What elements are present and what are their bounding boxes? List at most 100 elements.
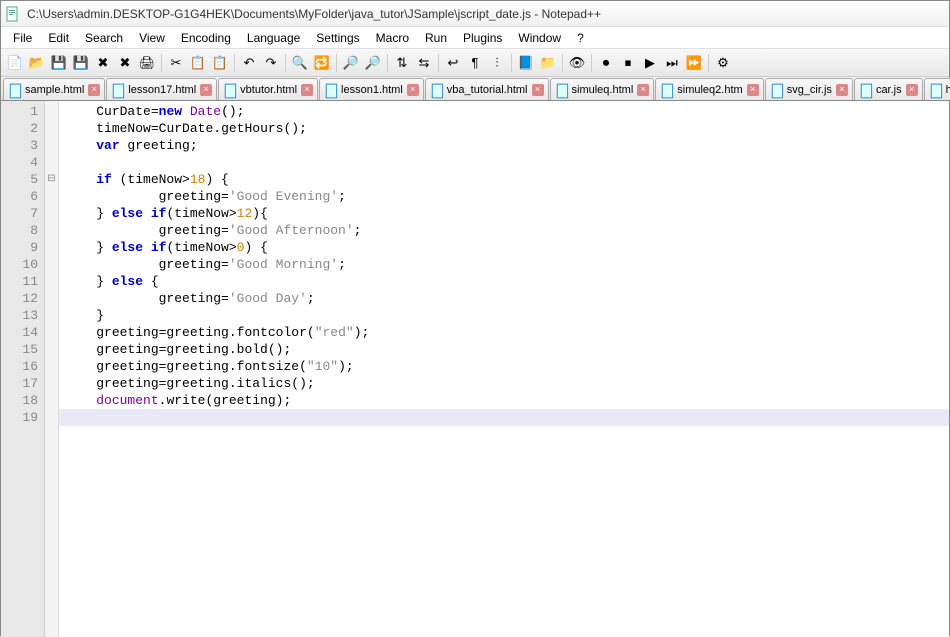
code-line[interactable]: greeting='Good Morning'; <box>65 256 949 273</box>
code-line[interactable]: greeting=greeting.italics(); <box>65 375 949 392</box>
line-number: 18 <box>1 392 38 409</box>
line-number: 9 <box>1 239 38 256</box>
line-number: 19 <box>1 409 38 426</box>
code-line[interactable]: greeting='Good Day'; <box>65 290 949 307</box>
sync-h-icon[interactable]: ⇆ <box>414 53 434 73</box>
tab-vbtutor-html[interactable]: vbtutor.html× <box>218 78 318 100</box>
replace-icon[interactable]: 🔁 <box>312 53 332 73</box>
monitor-icon[interactable]: 👁 <box>567 53 587 73</box>
tab-vba_tutorial-html[interactable]: vba_tutorial.html× <box>425 78 549 100</box>
lang-icon[interactable]: 📘 <box>516 53 536 73</box>
toolbar-separator <box>562 54 563 72</box>
line-number: 7 <box>1 205 38 222</box>
code-line[interactable]: document.write(greeting); <box>65 392 949 409</box>
paste-icon[interactable]: 📋 <box>210 53 230 73</box>
line-number: 2 <box>1 120 38 137</box>
tab-label: hotel.html <box>946 84 950 96</box>
toolbar-separator <box>708 54 709 72</box>
tab-lesson17-html[interactable]: lesson17.html× <box>106 78 217 100</box>
line-number: 6 <box>1 188 38 205</box>
tab-hotel-html[interactable]: hotel.html× <box>924 78 950 100</box>
menu-encoding[interactable]: Encoding <box>173 29 239 47</box>
sync-v-icon[interactable]: ⇅ <box>392 53 412 73</box>
save-macro-icon[interactable]: ⏩ <box>684 53 704 73</box>
tab-simuleq-html[interactable]: simuleq.html× <box>550 78 655 100</box>
tab-close-icon[interactable]: × <box>407 84 419 96</box>
tab-simuleq2-htm[interactable]: simuleq2.htm× <box>655 78 763 100</box>
code-line[interactable]: } <box>65 307 949 324</box>
code-line[interactable]: greeting='Good Afternoon'; <box>65 222 949 239</box>
tab-close-icon[interactable]: × <box>200 84 212 96</box>
wordwrap-icon[interactable]: ↩ <box>443 53 463 73</box>
toolbar-separator <box>387 54 388 72</box>
menu-plugins[interactable]: Plugins <box>455 29 510 47</box>
tab-car-js[interactable]: car.js× <box>854 78 923 100</box>
menu-file[interactable]: File <box>5 29 40 47</box>
tab-lesson1-html[interactable]: lesson1.html× <box>319 78 424 100</box>
menu-macro[interactable]: Macro <box>368 29 417 47</box>
find-icon[interactable]: 🔍 <box>290 53 310 73</box>
indent-guide-icon[interactable]: ⫶ <box>487 53 507 73</box>
fold-marker <box>45 409 58 426</box>
cut-icon[interactable]: ✂ <box>166 53 186 73</box>
menu-edit[interactable]: Edit <box>40 29 77 47</box>
menu-view[interactable]: View <box>131 29 173 47</box>
play-icon[interactable]: ▶ <box>640 53 660 73</box>
tab-close-icon[interactable]: × <box>88 84 100 96</box>
new-file-icon[interactable]: 📄 <box>5 53 25 73</box>
code-line[interactable] <box>65 409 949 426</box>
code-line[interactable] <box>65 154 949 171</box>
play-multi-icon[interactable]: ⏭ <box>662 53 682 73</box>
code-line[interactable]: greeting=greeting.bold(); <box>65 341 949 358</box>
menubar: FileEditSearchViewEncodingLanguageSettin… <box>1 27 949 49</box>
code-line[interactable]: var greeting; <box>65 137 949 154</box>
tab-close-icon[interactable]: × <box>906 84 918 96</box>
code-line[interactable]: } else if(timeNow>0) { <box>65 239 949 256</box>
tab-close-icon[interactable]: × <box>836 84 848 96</box>
save-all-icon[interactable]: 💾 <box>71 53 91 73</box>
menu-search[interactable]: Search <box>77 29 131 47</box>
close-icon[interactable]: ✖ <box>93 53 113 73</box>
redo-icon[interactable]: ↷ <box>261 53 281 73</box>
file-icon <box>929 83 943 97</box>
code-line[interactable]: greeting=greeting.fontcolor("red"); <box>65 324 949 341</box>
line-number: 11 <box>1 273 38 290</box>
menu-run[interactable]: Run <box>417 29 455 47</box>
menu-language[interactable]: Language <box>239 29 308 47</box>
code-line[interactable]: greeting='Good Evening'; <box>65 188 949 205</box>
fold-marker[interactable]: ⊟ <box>45 171 58 188</box>
undo-icon[interactable]: ↶ <box>239 53 259 73</box>
tab-svg_cir-js[interactable]: svg_cir.js× <box>765 78 853 100</box>
settings-icon[interactable]: ⚙ <box>713 53 733 73</box>
record-icon[interactable]: ⏺ <box>596 53 616 73</box>
tab-close-icon[interactable]: × <box>747 84 759 96</box>
print-icon[interactable]: 🖨 <box>137 53 157 73</box>
open-file-icon[interactable]: 📂 <box>27 53 47 73</box>
menu-[interactable]: ? <box>569 29 592 47</box>
copy-icon[interactable]: 📋 <box>188 53 208 73</box>
code-line[interactable]: } else { <box>65 273 949 290</box>
fold-marker <box>45 188 58 205</box>
code-line[interactable]: } else if(timeNow>12){ <box>65 205 949 222</box>
stop-icon[interactable]: ⏹ <box>618 53 638 73</box>
app-icon <box>5 6 21 22</box>
menu-settings[interactable]: Settings <box>308 29 367 47</box>
tab-close-icon[interactable]: × <box>532 84 544 96</box>
code-line[interactable]: timeNow=CurDate.getHours(); <box>65 120 949 137</box>
folder-icon[interactable]: 📁 <box>538 53 558 73</box>
tab-sample-html[interactable]: sample.html× <box>3 78 105 100</box>
code-line[interactable]: greeting=greeting.fontsize("10"); <box>65 358 949 375</box>
code-line[interactable]: CurDate=new Date(); <box>65 103 949 120</box>
line-number: 5 <box>1 171 38 188</box>
zoom-out-icon[interactable]: 🔎 <box>363 53 383 73</box>
code-line[interactable]: if (timeNow>18) { <box>65 171 949 188</box>
close-all-icon[interactable]: ✖ <box>115 53 135 73</box>
code-area[interactable]: CurDate=new Date(); timeNow=CurDate.getH… <box>59 101 949 637</box>
tab-close-icon[interactable]: × <box>301 84 313 96</box>
menu-window[interactable]: Window <box>510 29 569 47</box>
all-chars-icon[interactable]: ¶ <box>465 53 485 73</box>
save-icon[interactable]: 💾 <box>49 53 69 73</box>
zoom-in-icon[interactable]: 🔎 <box>341 53 361 73</box>
fold-marker <box>45 290 58 307</box>
tab-close-icon[interactable]: × <box>637 84 649 96</box>
